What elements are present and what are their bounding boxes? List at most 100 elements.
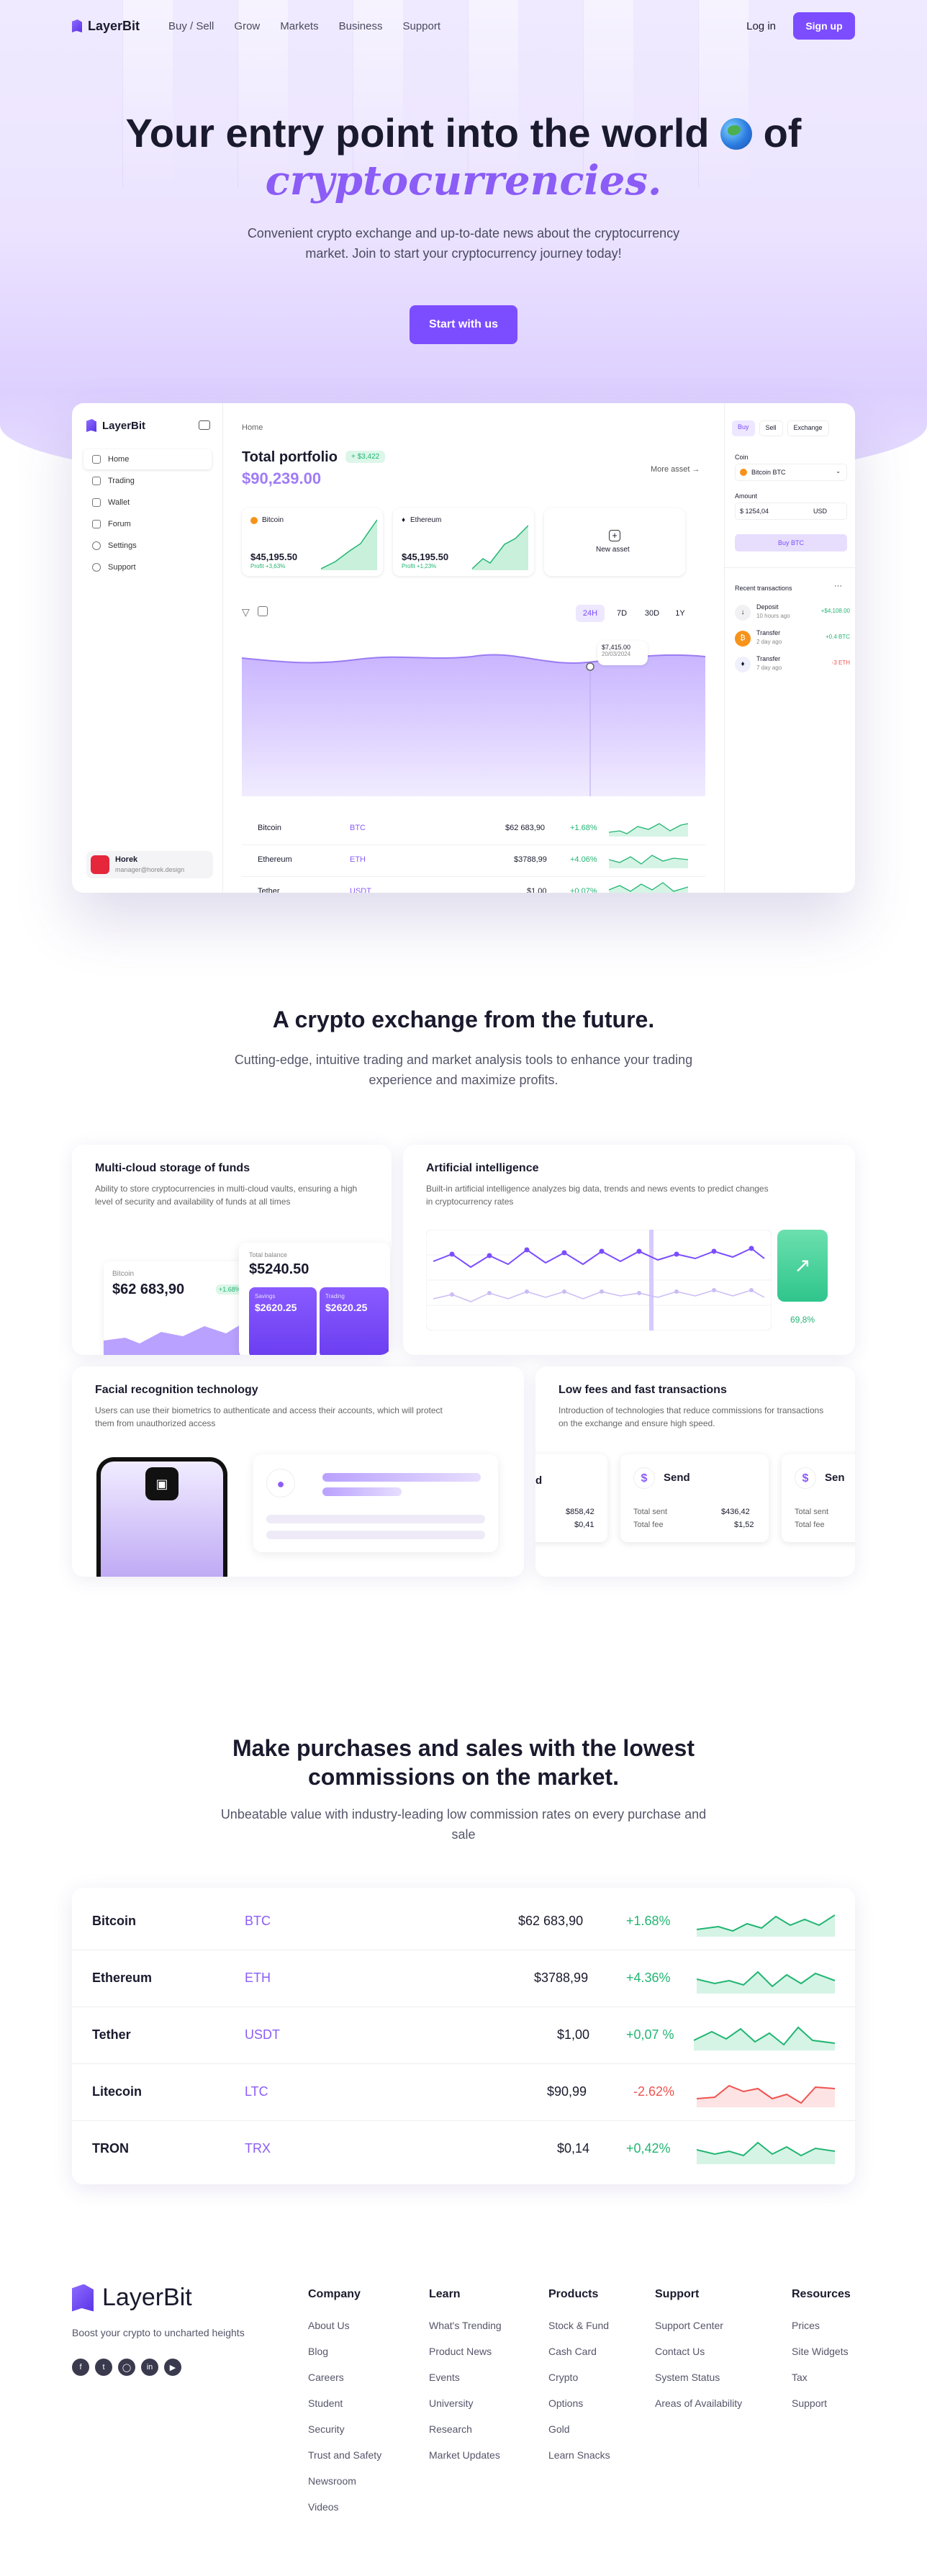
sidebar-item-forum[interactable]: Forum [83, 514, 212, 534]
footer-link[interactable]: Security [308, 2423, 381, 2435]
coin-change: +0.07% [570, 887, 597, 893]
tab-exchange[interactable]: Exchange [787, 420, 829, 436]
coin-name: Bitcoin [258, 824, 282, 832]
footer-link[interactable]: Crypto [548, 2372, 610, 2383]
more-asset-link[interactable]: More asset → [651, 465, 700, 474]
more-icon[interactable]: ··· [834, 582, 842, 590]
list-item[interactable]: ↓ Deposit 10 hours ago +$4,108.00 [735, 602, 850, 626]
plus-icon: + [609, 530, 620, 541]
amount-field[interactable]: $ 1254,04 USD [735, 503, 847, 520]
table-row[interactable]: Litecoin LTC $90,99 -2.62% [72, 2064, 855, 2121]
table-row[interactable]: Bitcoin BTC $62 683,90 +1.68% [242, 814, 705, 845]
table-row[interactable]: Bitcoin BTC $62 683,90 +1.68% [72, 1893, 855, 1950]
footer-link[interactable]: Support Center [655, 2320, 742, 2331]
table-row[interactable]: Tether USDT $1,00 +0,07 % [72, 2007, 855, 2064]
sidebar-item-wallet[interactable]: Wallet [83, 492, 212, 513]
transaction-name: Transfer [756, 629, 781, 636]
coin-select[interactable]: Bitcoin BTC ⌄ [735, 464, 847, 481]
start-button[interactable]: Start with us [410, 305, 517, 344]
sidebar-item-trading[interactable]: Trading [83, 471, 212, 491]
nav-link-buy-sell[interactable]: Buy / Sell [168, 20, 214, 32]
sidebar-item-home[interactable]: Home [83, 449, 212, 469]
list-item[interactable]: ₿ Transfer 2 day ago +0.4 BTC [735, 628, 850, 652]
tab-sell[interactable]: Sell [759, 420, 783, 436]
dashboard-table: Bitcoin BTC $62 683,90 +1.68% Ethereum E… [242, 814, 705, 893]
coin-name: Ethereum [92, 1971, 153, 1985]
footer-link[interactable]: Blog [308, 2346, 381, 2357]
footer-link[interactable]: Areas of Availability [655, 2397, 742, 2409]
support-icon [92, 563, 101, 572]
login-link[interactable]: Log in [746, 20, 776, 32]
footer-link[interactable]: Market Updates [429, 2449, 502, 2461]
footer-link[interactable]: Videos [308, 2501, 381, 2513]
footer-link[interactable]: Prices [792, 2320, 851, 2331]
buy-btc-button[interactable]: Buy BTC [735, 534, 847, 551]
user-card[interactable]: Horek manager@horek.design [86, 851, 213, 878]
transaction-time: 10 hours ago [756, 613, 790, 619]
table-row[interactable]: Ethereum ETH $3788,99 +4.36% [72, 1950, 855, 2007]
footer-link[interactable]: Careers [308, 2372, 381, 2383]
range-30d[interactable]: 30D [638, 605, 666, 622]
footer-link[interactable]: What's Trending [429, 2320, 502, 2331]
range-1y[interactable]: 1Y [669, 605, 691, 622]
nav-link-grow[interactable]: Grow [234, 20, 260, 32]
footer-link[interactable]: Options [548, 2397, 610, 2409]
tab-buy[interactable]: Buy [732, 420, 755, 436]
table-row[interactable]: Tether USDT $1,00 +0.07% [242, 877, 705, 893]
asset-card-bitcoin[interactable]: Bitcoin $45,195.50 Profit +3,63% [242, 508, 383, 576]
asset-card-ethereum[interactable]: ♦ Ethereum $45,195.50 Profit +1,23% [393, 508, 534, 576]
calendar-icon[interactable] [258, 606, 268, 616]
twitter-icon[interactable]: t [95, 2359, 112, 2376]
footer-link[interactable]: Trust and Safety [308, 2449, 381, 2461]
footer-link[interactable]: Stock & Fund [548, 2320, 610, 2331]
send-card-title: Sen [825, 1472, 845, 1484]
coin-symbol: ETH [350, 855, 366, 864]
footer-brand[interactable]: LayerBit [72, 2284, 192, 2312]
instagram-icon[interactable]: ◯ [118, 2359, 135, 2376]
footer-link[interactable]: Gold [548, 2423, 610, 2435]
sidebar-item-settings[interactable]: Settings [83, 536, 212, 556]
nav-link-business[interactable]: Business [339, 20, 383, 32]
trend-up-icon: ↗ [777, 1230, 828, 1302]
footer-link[interactable]: Support [792, 2397, 851, 2409]
footer-link[interactable]: Contact Us [655, 2346, 742, 2357]
table-row[interactable]: Ethereum ETH $3788,99 +4.06% [242, 845, 705, 877]
list-item[interactable]: ♦ Transfer 7 day ago -3 ETH [735, 654, 850, 678]
feature-card-cloud: Multi-cloud storage of funds Ability to … [72, 1145, 392, 1355]
collapse-sidebar-icon[interactable] [199, 420, 210, 430]
footer-link[interactable]: Product News [429, 2346, 502, 2357]
facebook-icon[interactable]: f [72, 2359, 89, 2376]
new-asset-button[interactable]: + New asset [544, 508, 685, 576]
footer-link[interactable]: Tax [792, 2372, 851, 2383]
coin-change: +4.36% [626, 1971, 671, 1985]
coin-sparkline [609, 882, 688, 893]
dashboard-logo[interactable]: LayerBit [86, 419, 145, 432]
nav-link-support[interactable]: Support [402, 20, 440, 32]
footer-link[interactable]: Cash Card [548, 2346, 610, 2357]
linkedin-icon[interactable]: in [141, 2359, 158, 2376]
signup-button[interactable]: Sign up [793, 12, 855, 40]
footer-link[interactable]: Newsroom [308, 2475, 381, 2487]
footer-col-title: Support [655, 2288, 700, 2300]
nav-link-markets[interactable]: Markets [280, 20, 318, 32]
total-fee-value: $0,41 [574, 1521, 594, 1529]
footer-link[interactable]: Research [429, 2423, 502, 2435]
footer-link[interactable]: System Status [655, 2372, 742, 2383]
footer-link[interactable]: About Us [308, 2320, 381, 2331]
brand-logo[interactable]: LayerBit [72, 19, 140, 34]
youtube-icon[interactable]: ▶ [164, 2359, 181, 2376]
range-24h[interactable]: 24H [576, 605, 605, 622]
currency-select[interactable]: USD [813, 508, 827, 515]
footer-link[interactable]: Student [308, 2397, 381, 2409]
savings-tile: Savings $2620.25 [249, 1287, 317, 1355]
footer-link[interactable]: University [429, 2397, 502, 2409]
coin-price: $62 683,90 [505, 824, 546, 832]
table-row[interactable]: TRON TRX $0,14 +0,42% [72, 2121, 855, 2178]
footer-link[interactable]: Site Widgets [792, 2346, 851, 2357]
footer-link[interactable]: Events [429, 2372, 502, 2383]
footer-link[interactable]: Learn Snacks [548, 2449, 610, 2461]
range-7d[interactable]: 7D [609, 605, 635, 622]
chart-tooltip: $7,415.00 20/03/2024 [597, 641, 648, 665]
filter-icon[interactable]: ▽ [242, 606, 250, 618]
sidebar-item-support[interactable]: Support [83, 557, 212, 577]
